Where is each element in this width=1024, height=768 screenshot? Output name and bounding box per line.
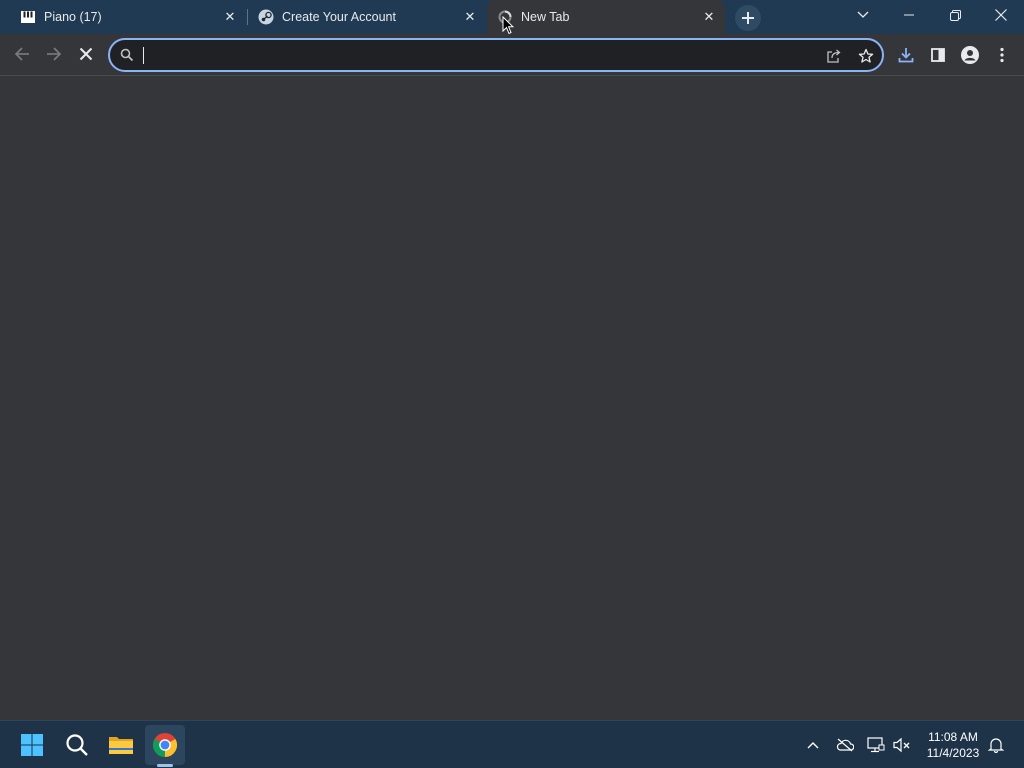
chevron-down-icon bbox=[857, 11, 869, 18]
restore-icon bbox=[949, 9, 961, 21]
file-explorer-icon bbox=[109, 737, 133, 754]
network-tray-button[interactable] bbox=[866, 735, 886, 755]
system-clock[interactable]: 11:08 AM 11/4/2023 bbox=[920, 729, 986, 761]
profile-button[interactable] bbox=[957, 42, 983, 68]
search-icon bbox=[120, 48, 134, 67]
close-tab-icon[interactable]: ✕ bbox=[222, 9, 238, 25]
start-icon bbox=[21, 734, 43, 756]
minimize-button[interactable] bbox=[886, 0, 932, 30]
side-panel-button[interactable] bbox=[925, 42, 951, 68]
piano-icon bbox=[20, 9, 36, 25]
forward-button[interactable] bbox=[39, 39, 69, 69]
chevron-up-icon bbox=[807, 742, 819, 749]
tab-piano[interactable]: Piano (17) ✕ bbox=[0, 0, 246, 34]
new-tab-button[interactable] bbox=[735, 5, 761, 31]
share-icon[interactable] bbox=[824, 46, 844, 66]
page-content bbox=[0, 76, 1024, 720]
steam-icon bbox=[258, 9, 274, 25]
tab-title: Piano (17) bbox=[44, 10, 102, 24]
start-button[interactable] bbox=[12, 725, 52, 765]
bookmark-star-icon[interactable] bbox=[856, 46, 876, 66]
menu-button[interactable] bbox=[989, 42, 1015, 68]
close-tab-icon[interactable]: ✕ bbox=[462, 9, 478, 25]
restore-button[interactable] bbox=[932, 0, 978, 30]
clock-time: 11:08 AM bbox=[928, 730, 978, 744]
close-icon bbox=[995, 9, 1007, 21]
tab-new-tab[interactable]: New Tab ✕ bbox=[487, 0, 725, 34]
search-icon bbox=[66, 734, 88, 756]
kebab-menu-icon bbox=[1000, 47, 1004, 63]
network-icon bbox=[867, 737, 885, 753]
notifications-button[interactable] bbox=[986, 735, 1006, 755]
minimize-icon bbox=[904, 14, 914, 16]
stop-x-icon bbox=[79, 47, 93, 61]
onedrive-tray-button[interactable] bbox=[835, 735, 855, 755]
tab-title: Create Your Account bbox=[282, 10, 396, 24]
onedrive-offline-icon bbox=[836, 738, 854, 752]
text-caret bbox=[143, 47, 144, 64]
taskbar-search-button[interactable] bbox=[57, 725, 97, 765]
volume-muted-icon bbox=[893, 737, 910, 753]
back-arrow-icon bbox=[14, 47, 29, 61]
show-hidden-icons-button[interactable] bbox=[803, 735, 823, 755]
profile-avatar-icon bbox=[961, 46, 979, 64]
download-icon bbox=[898, 48, 914, 63]
close-window-button[interactable] bbox=[978, 0, 1024, 30]
tab-create-account[interactable]: Create Your Account ✕ bbox=[248, 0, 486, 34]
file-explorer-button[interactable] bbox=[101, 725, 141, 765]
tab-search-button[interactable] bbox=[840, 0, 886, 30]
chrome-icon bbox=[152, 733, 178, 757]
address-input[interactable] bbox=[142, 44, 786, 68]
downloads-button[interactable] bbox=[893, 42, 919, 68]
chrome-taskbar-button[interactable] bbox=[145, 725, 185, 765]
forward-arrow-icon bbox=[47, 47, 62, 61]
browser-toolbar bbox=[0, 34, 1024, 76]
back-button[interactable] bbox=[7, 39, 37, 69]
windows-taskbar: 11:08 AM 11/4/2023 bbox=[0, 720, 1024, 768]
clock-date: 11/4/2023 bbox=[926, 746, 980, 760]
active-app-indicator bbox=[157, 764, 173, 767]
stop-loading-button[interactable] bbox=[71, 39, 101, 69]
close-tab-icon[interactable]: ✕ bbox=[701, 9, 717, 25]
bell-icon bbox=[988, 738, 1004, 753]
tab-title: New Tab bbox=[521, 10, 570, 24]
address-bar[interactable] bbox=[108, 38, 884, 72]
volume-tray-button[interactable] bbox=[892, 735, 912, 755]
plus-icon bbox=[742, 12, 754, 24]
side-panel-icon bbox=[931, 48, 945, 62]
